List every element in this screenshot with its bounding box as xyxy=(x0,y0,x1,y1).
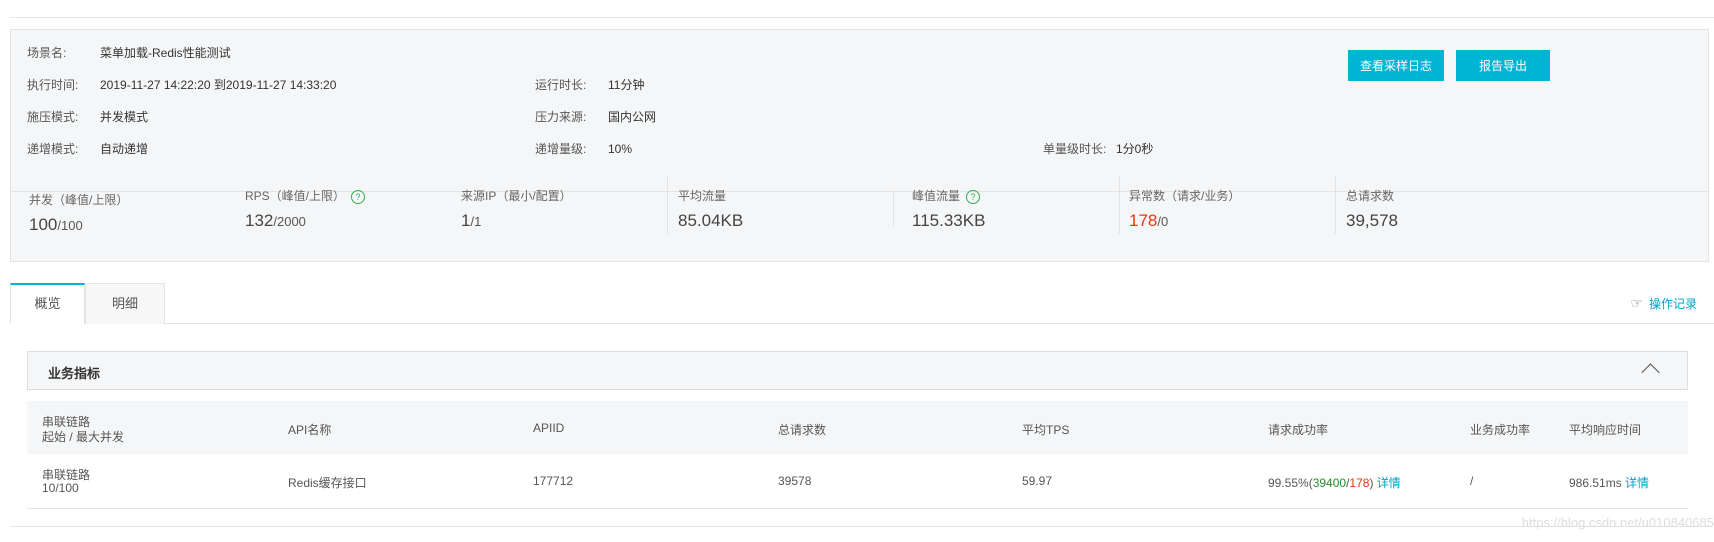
metrics-table-header: 串联链路 起始 / 最大并发 API名称 APIID 总请求数 平均TPS 请求… xyxy=(27,401,1688,454)
stat-peak-traffic: 峰值流量? 115.33KB xyxy=(912,188,985,231)
export-report-button[interactable]: 报告导出 xyxy=(1456,50,1550,81)
stat-concurrency-value: 100 xyxy=(29,215,58,234)
stat-peak-traffic-value: 115.33KB xyxy=(912,211,986,230)
level-duration-label: 单量级时长: xyxy=(1043,142,1107,156)
business-metrics-title: 业务指标 xyxy=(48,366,101,381)
ramp-step-value: 10% xyxy=(608,142,633,156)
scenario-name-label: 场景名: xyxy=(27,46,67,60)
header-chain-sub[interactable]: 起始 / 最大并发 xyxy=(42,428,124,445)
operation-log-label: 操作记录 xyxy=(1648,297,1697,311)
stat-errors-value: 178 xyxy=(1129,211,1158,230)
header-business-rate: 业务成功率 xyxy=(1470,423,1531,437)
help-icon[interactable]: ? xyxy=(966,189,981,204)
watermark-text: https://blog.csdn.net/u010840685 xyxy=(1521,515,1714,530)
scenario-info-panel: 场景名: 菜单加载-Redis性能测试 执行时间: 2019-11-27 14:… xyxy=(10,29,1709,262)
chevron-up-icon[interactable] xyxy=(1641,363,1660,382)
row-success-count: 39400 xyxy=(1312,476,1347,490)
stat-separator xyxy=(893,190,894,226)
row-fail-count: 178 xyxy=(1349,476,1370,490)
stat-rps: RPS（峰值/上限）? 132/2000 xyxy=(245,188,366,231)
table-row-divider xyxy=(27,508,1688,509)
success-rate-detail-link[interactable]: 详情 xyxy=(1377,476,1401,490)
stat-source-ip: 来源IP（最小/配置） 1/1 xyxy=(461,188,572,231)
duration-label: 运行时长: xyxy=(535,78,587,92)
stat-source-ip-label: 来源IP（最小/配置） xyxy=(461,189,572,203)
header-api-id: APIID xyxy=(533,421,565,435)
stat-rps-limit: /2000 xyxy=(273,214,306,229)
row-api-name: Redis缓存接口 xyxy=(288,476,367,490)
stat-avg-traffic-value: 85.04KB xyxy=(678,211,744,230)
row-avg-tps: 59.97 xyxy=(1022,474,1053,488)
pressure-source-label: 压力来源: xyxy=(535,110,587,124)
ramp-mode-label: 递增模式: xyxy=(27,142,79,156)
tabs-divider xyxy=(10,323,1714,324)
stat-errors-business: /0 xyxy=(1157,214,1169,229)
pressure-source-value: 国内公网 xyxy=(608,110,657,124)
pressure-mode-value: 并发模式 xyxy=(100,110,149,124)
operation-log-link[interactable]: ☞ 操作记录 xyxy=(1630,295,1697,312)
header-total-requests: 总请求数 xyxy=(778,423,827,437)
row-chain-sub[interactable]: 10/100 xyxy=(42,481,79,495)
row-success-rate: 99.55%(39400/178) 详情 xyxy=(1268,476,1401,490)
header-api-name: API名称 xyxy=(288,423,332,437)
exec-time-label: 执行时间: xyxy=(27,78,79,92)
top-divider xyxy=(10,17,1714,18)
exec-time-value: 2019-11-27 14:22:20 到2019-11-27 14:33:20 xyxy=(100,78,337,92)
stat-rps-label: RPS（峰值/上限） xyxy=(245,189,346,203)
business-metrics-panel-header[interactable]: 业务指标 xyxy=(27,351,1688,390)
stat-peak-traffic-label: 峰值流量 xyxy=(912,189,961,203)
stat-errors: 异常数（请求/业务） 178/0 xyxy=(1129,188,1240,231)
row-api-id: 177712 xyxy=(533,474,574,488)
stat-avg-traffic-label: 平均流量 xyxy=(678,189,727,203)
content-bottom-divider xyxy=(10,526,1709,527)
stat-concurrency: 并发（峰值/上限） 100/100 xyxy=(29,192,128,235)
tab-overview[interactable]: 概览 xyxy=(10,283,85,324)
help-icon[interactable]: ? xyxy=(351,189,366,204)
header-avg-tps: 平均TPS xyxy=(1022,423,1070,437)
row-success-rate-pct: 99.55% xyxy=(1268,476,1309,490)
stat-separator xyxy=(667,176,668,234)
row-total-requests: 39578 xyxy=(778,474,812,488)
stat-source-ip-config: /1 xyxy=(470,214,482,229)
stat-avg-traffic: 平均流量 85.04KB xyxy=(678,188,743,231)
view-sample-logs-button[interactable]: 查看采样日志 xyxy=(1348,50,1444,81)
stat-errors-label: 异常数（请求/业务） xyxy=(1129,189,1241,203)
header-avg-response: 平均响应时间 xyxy=(1569,423,1642,437)
stat-total-requests-label: 总请求数 xyxy=(1346,189,1395,203)
row-avg-response-value: 986.51ms xyxy=(1569,476,1622,490)
pressure-mode-label: 施压模式: xyxy=(27,110,79,124)
stat-concurrency-limit: /100 xyxy=(57,218,83,233)
pointing-hand-icon: ☞ xyxy=(1630,295,1643,311)
stat-separator xyxy=(1119,176,1120,234)
scenario-name-link[interactable]: 菜单加载-Redis性能测试 xyxy=(100,45,231,61)
tab-details[interactable]: 明细 xyxy=(85,283,165,324)
row-business-rate: / xyxy=(1470,474,1474,488)
duration-value: 11分钟 xyxy=(608,78,645,92)
ramp-step-label: 递增量级: xyxy=(535,142,587,156)
ramp-mode-value: 自动递增 xyxy=(100,142,149,156)
stat-concurrency-label: 并发（峰值/上限） xyxy=(29,193,129,207)
row-avg-response: 986.51ms 详情 xyxy=(1569,474,1649,491)
level-duration-value: 1分0秒 xyxy=(1116,142,1154,156)
stat-total-requests: 总请求数 39,578 xyxy=(1346,188,1398,231)
stat-rps-value: 132 xyxy=(245,211,274,230)
response-detail-link[interactable]: 详情 xyxy=(1625,476,1649,490)
header-success-rate: 请求成功率 xyxy=(1268,423,1329,437)
stat-total-requests-value: 39,578 xyxy=(1346,211,1398,230)
stat-separator xyxy=(1335,176,1336,234)
